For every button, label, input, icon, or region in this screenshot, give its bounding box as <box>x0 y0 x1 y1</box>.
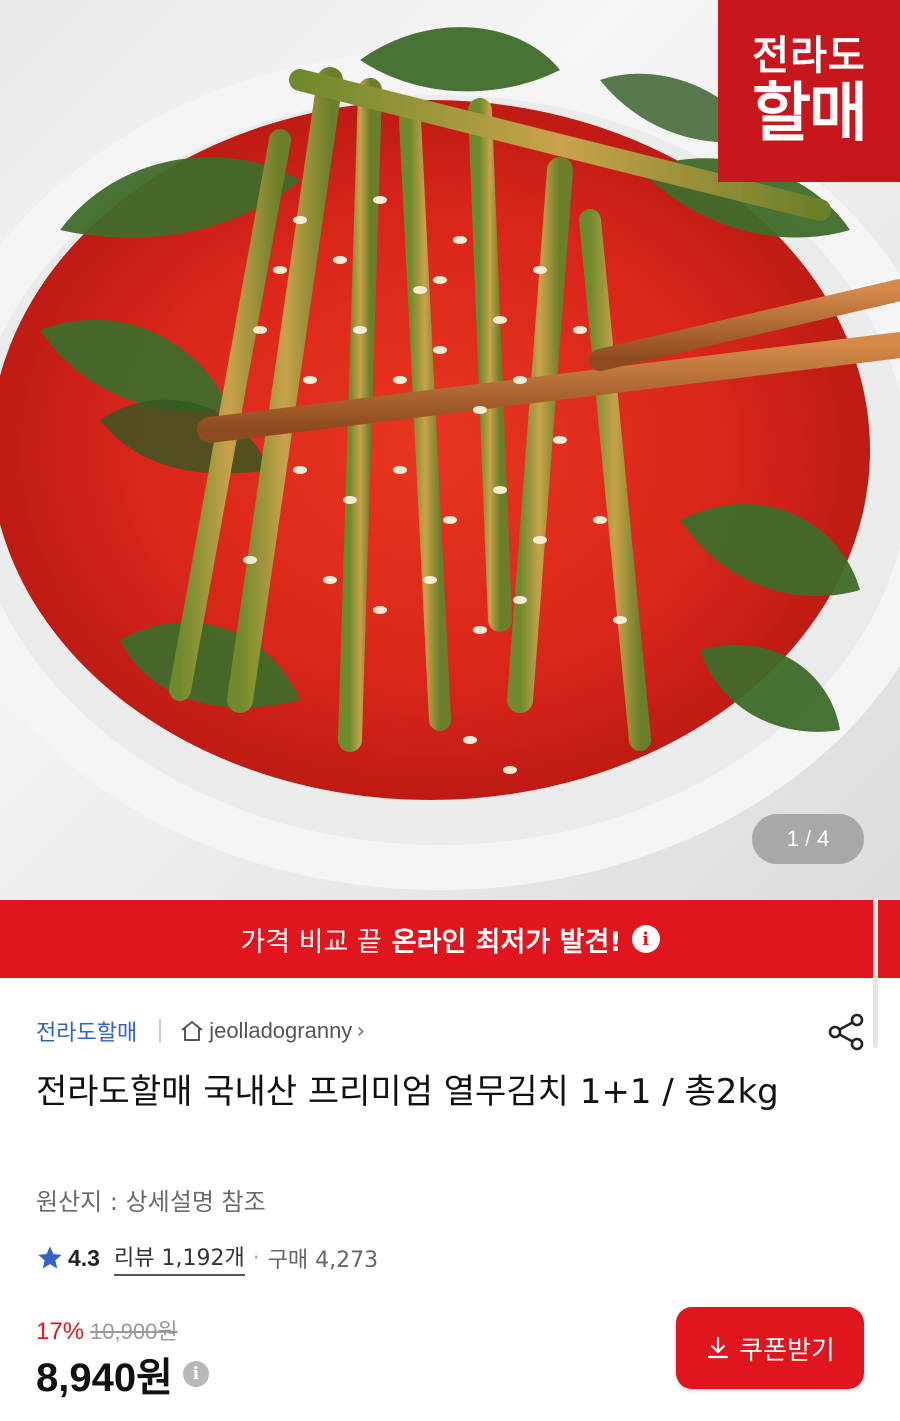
banner-prefix: 가격 비교 끝 <box>240 926 382 958</box>
product-title: 전라도할매 국내산 프리미엄 열무김치 1+1 / 총2kg <box>36 1072 779 1112</box>
discount-row: 17% 10,900원 <box>36 1314 178 1346</box>
store-name-link[interactable]: 전라도할매 <box>36 1015 137 1047</box>
price-compare-banner[interactable]: 가격 비교 끝 온라인 최저가 발견! i <box>0 900 900 978</box>
share-icon[interactable] <box>826 1011 868 1053</box>
brand-stamp-line1: 전라도 <box>752 32 866 79</box>
store-divider <box>159 1019 162 1043</box>
chevron-right-icon: › <box>356 1018 366 1044</box>
purchase-count: 구매 4,273 <box>267 1248 379 1273</box>
home-icon[interactable] <box>179 1019 205 1043</box>
banner-highlight: 온라인 최저가 발견! <box>391 926 622 958</box>
pager-total: 4 <box>817 826 830 851</box>
review-count-link[interactable]: 리뷰 1,192개 <box>113 1240 245 1276</box>
pager-current: 1 <box>786 826 799 851</box>
original-price: 10,900원 <box>90 1319 178 1344</box>
rating-separator: · <box>252 1245 260 1271</box>
info-icon[interactable]: i <box>631 925 660 953</box>
rating-row: 4.3 리뷰 1,192개 · 구매 4,273 <box>36 1240 378 1276</box>
origin-info: 원산지 : 상세설명 참조 <box>36 1188 266 1216</box>
discount-rate: 17% <box>36 1318 85 1345</box>
download-icon <box>708 1336 729 1359</box>
brand-stamp-line2: 할매 <box>752 76 868 151</box>
coupon-download-button[interactable]: 쿠폰받기 <box>676 1307 864 1389</box>
price-row: 8,940원 i <box>36 1345 209 1403</box>
final-price: 8,940원 <box>36 1356 173 1400</box>
price-info-icon[interactable]: i <box>182 1361 209 1387</box>
rating-value: 4.3 <box>68 1244 100 1271</box>
pager-separator: / <box>804 826 812 851</box>
coupon-button-label: 쿠폰받기 <box>739 1335 835 1366</box>
store-row: 전라도할매 jeolladogranny › <box>36 1010 816 1052</box>
star-icon <box>38 1246 62 1269</box>
image-pager: 1 / 4 <box>752 814 864 864</box>
scrollbar[interactable] <box>873 898 878 1048</box>
product-image[interactable]: 전라도 할매 1 / 4 <box>0 0 900 900</box>
brand-logo-stamp: 전라도 할매 <box>718 0 900 182</box>
store-id-link[interactable]: jeolladogranny <box>209 1018 352 1044</box>
